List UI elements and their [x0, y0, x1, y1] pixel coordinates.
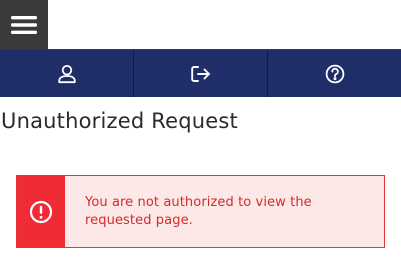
main-navbar [0, 49, 401, 97]
help-icon [325, 64, 344, 83]
logout-icon [190, 65, 210, 82]
menu-button[interactable] [0, 0, 48, 49]
exclamation-circle-icon [29, 200, 53, 223]
alert-icon-box [17, 176, 65, 247]
top-bar [0, 0, 401, 49]
hamburger-menu-icon [11, 15, 37, 34]
unauthorized-alert: You are not authorized to view the reque… [16, 175, 385, 248]
page-title: Unauthorized Request [1, 109, 238, 133]
alert-message: You are not authorized to view the reque… [85, 195, 312, 228]
nav-item-profile[interactable] [0, 50, 134, 97]
user-icon [57, 64, 76, 83]
nav-item-logout[interactable] [134, 50, 268, 97]
nav-item-help[interactable] [268, 50, 401, 97]
